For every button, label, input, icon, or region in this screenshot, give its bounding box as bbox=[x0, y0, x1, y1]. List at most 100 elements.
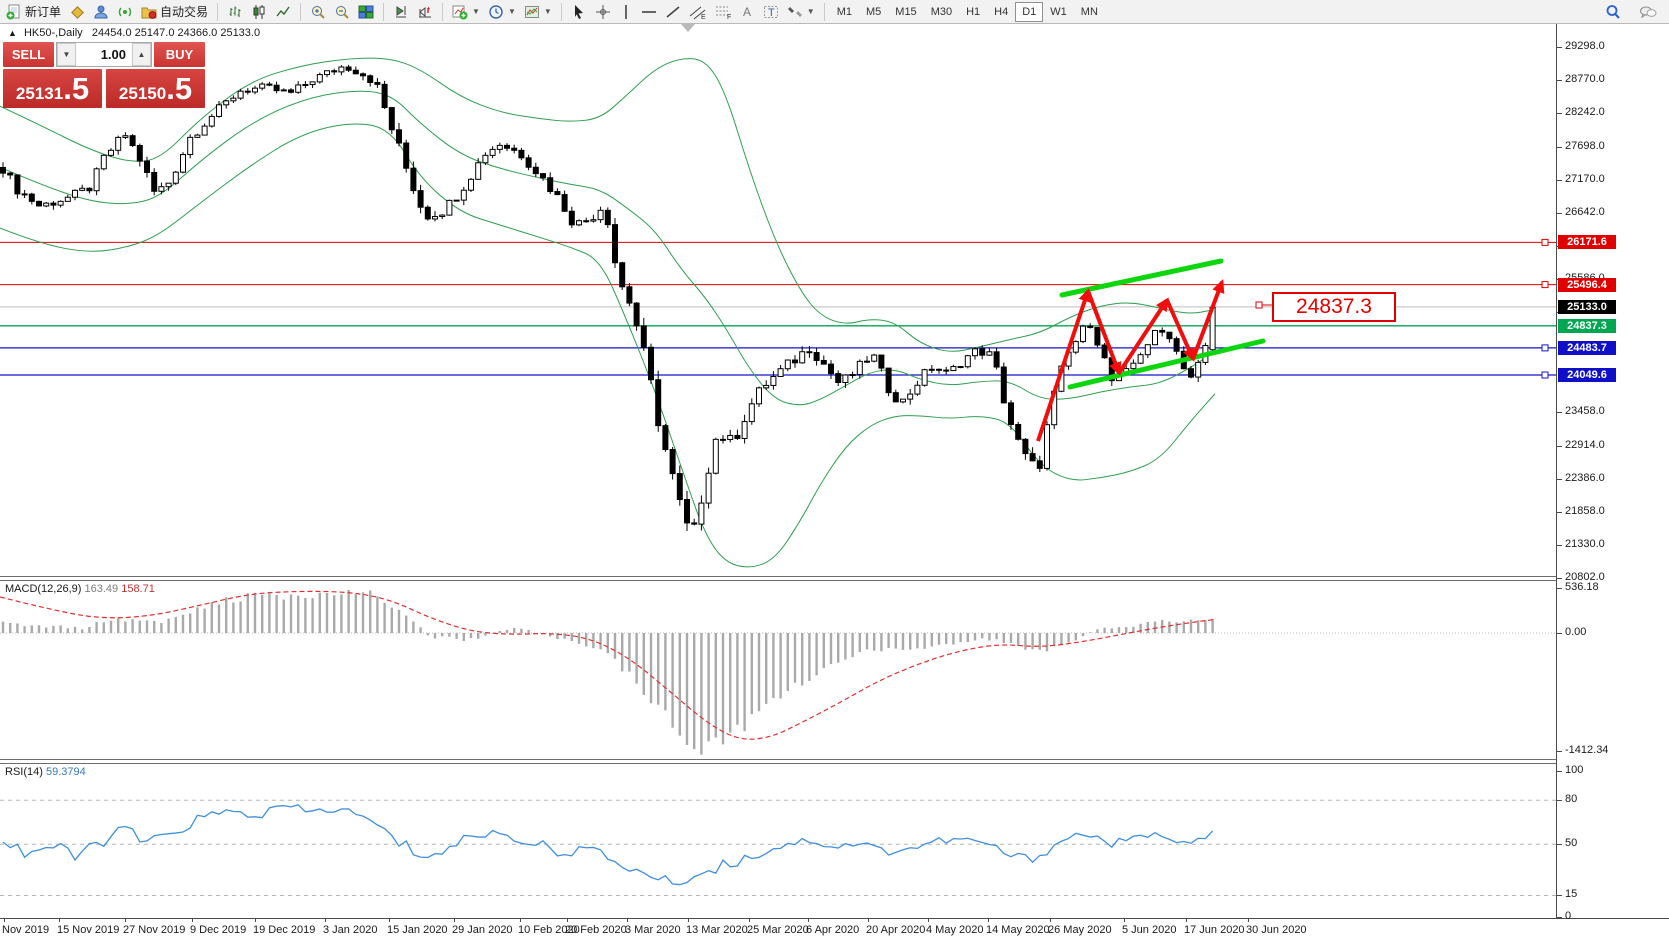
level-line-handle[interactable] bbox=[1542, 239, 1548, 245]
date-label: 3 Mar 2020 bbox=[625, 924, 681, 936]
candle-body bbox=[274, 85, 279, 90]
candle-body bbox=[613, 225, 618, 263]
line-chart-mode-button[interactable] bbox=[271, 1, 295, 23]
timeframe-h1[interactable]: H1 bbox=[959, 2, 987, 22]
date-label: 29 Jan 2020 bbox=[452, 924, 513, 936]
timeframe-w1[interactable]: W1 bbox=[1043, 2, 1074, 22]
level-line-handle[interactable] bbox=[1542, 282, 1548, 288]
sell-button[interactable]: SELL bbox=[3, 42, 54, 67]
tile-windows-button[interactable] bbox=[354, 1, 378, 23]
trend-channel-upper-line[interactable] bbox=[1062, 261, 1221, 295]
vertical-line-tool-button[interactable] bbox=[615, 1, 637, 23]
chat-button[interactable] bbox=[1635, 1, 1661, 23]
cursor-tool-button[interactable] bbox=[567, 1, 591, 23]
date-axis[interactable]: Nov 201915 Nov 201927 Nov 20199 Dec 2019… bbox=[0, 918, 1669, 941]
text-label-tool-button[interactable]: T bbox=[759, 1, 783, 23]
timeframe-m5[interactable]: M5 bbox=[859, 2, 888, 22]
macd-histogram-bar bbox=[254, 593, 256, 633]
panel-separator[interactable] bbox=[0, 576, 1669, 581]
rsi-tick bbox=[1557, 771, 1562, 772]
price-callout[interactable]: 24837.3 bbox=[1272, 292, 1396, 322]
candle-body bbox=[217, 105, 222, 117]
price-axis[interactable]: 29298.028770.028242.027698.027170.026642… bbox=[1556, 24, 1669, 918]
arrows-tool-button[interactable]: ▼ bbox=[783, 1, 819, 23]
candle-body bbox=[1045, 425, 1050, 469]
periods-button[interactable]: ▼ bbox=[484, 1, 520, 23]
fibonacci-tool-button[interactable]: F bbox=[711, 1, 737, 23]
macd-tick-label: -1412.34 bbox=[1565, 744, 1608, 756]
new-order-button[interactable]: 新订单 bbox=[2, 1, 65, 23]
channel-tool-button[interactable]: E bbox=[685, 1, 711, 23]
buy-price-display[interactable]: 25150.5 bbox=[106, 69, 205, 108]
panel-separator[interactable] bbox=[0, 759, 1669, 764]
macd-histogram-bar bbox=[967, 633, 969, 642]
level-line-handle[interactable] bbox=[1542, 345, 1548, 351]
candle-body bbox=[886, 368, 891, 393]
candle-body bbox=[771, 376, 776, 385]
macd-histogram-bar bbox=[448, 633, 450, 637]
callout-anchor[interactable] bbox=[1256, 302, 1262, 308]
timeframe-m30[interactable]: M30 bbox=[924, 2, 959, 22]
rsi-tick-label: 50 bbox=[1565, 837, 1577, 849]
bollinger-lower-band[interactable] bbox=[0, 124, 1215, 567]
chat-icon bbox=[1639, 4, 1657, 20]
macd-histogram-bar bbox=[16, 623, 18, 633]
chart-symbol-button[interactable] bbox=[65, 1, 89, 23]
level-line-handle[interactable] bbox=[1542, 372, 1548, 378]
candle-body bbox=[65, 197, 70, 201]
auto-scroll-button[interactable] bbox=[389, 1, 413, 23]
date-label: 5 Jun 2020 bbox=[1122, 924, 1176, 936]
volume-decrease-button[interactable]: ▼ bbox=[57, 43, 76, 66]
date-tick bbox=[389, 919, 390, 922]
timeframe-h4[interactable]: H4 bbox=[987, 2, 1015, 22]
zigzag-arrow[interactable] bbox=[1088, 291, 1119, 373]
bar-chart-mode-button[interactable] bbox=[223, 1, 247, 23]
zoom-in-button[interactable] bbox=[306, 1, 330, 23]
timeframe-mn[interactable]: MN bbox=[1074, 2, 1105, 22]
macd-panel[interactable] bbox=[0, 579, 1556, 759]
autotrade-button[interactable]: 自动交易 bbox=[137, 1, 212, 23]
timeframe-m1[interactable]: M1 bbox=[830, 2, 859, 22]
candle-body bbox=[850, 375, 855, 376]
volume-input[interactable]: 1.00 bbox=[76, 43, 132, 66]
zigzag-arrow[interactable] bbox=[1167, 300, 1193, 359]
bollinger-middle-band[interactable] bbox=[0, 91, 1215, 404]
text-tool-button[interactable]: A bbox=[737, 1, 759, 23]
splitter-handle-icon[interactable] bbox=[681, 24, 695, 32]
candlestick-icon bbox=[251, 4, 267, 20]
candle-body bbox=[245, 91, 250, 92]
zoom-out-button[interactable] bbox=[330, 1, 354, 23]
crosshair-tool-button[interactable] bbox=[591, 1, 615, 23]
horizontal-line-tool-button[interactable] bbox=[637, 1, 661, 23]
candle-body bbox=[598, 210, 603, 219]
sell-price-display[interactable]: 25131.5 bbox=[3, 69, 102, 108]
macd-histogram-bar bbox=[1060, 633, 1062, 644]
timeframe-m15[interactable]: M15 bbox=[888, 2, 923, 22]
volume-increase-button[interactable]: ▲ bbox=[132, 43, 151, 66]
candle-body bbox=[973, 349, 978, 356]
rsi-panel[interactable] bbox=[0, 762, 1556, 918]
buy-button[interactable]: BUY bbox=[154, 42, 205, 67]
trendline-tool-button[interactable] bbox=[661, 1, 685, 23]
date-label: 3 Jan 2020 bbox=[323, 924, 377, 936]
candlestick-mode-button[interactable] bbox=[247, 1, 271, 23]
price-badge: 25133.0 bbox=[1558, 300, 1616, 314]
signals-button[interactable] bbox=[113, 1, 137, 23]
search-button[interactable] bbox=[1601, 1, 1625, 23]
timeframe-d1[interactable]: D1 bbox=[1015, 2, 1043, 22]
price-tick-label: 28242.0 bbox=[1565, 106, 1605, 118]
candle-body bbox=[1081, 326, 1086, 341]
macd-tick-label: 536.18 bbox=[1565, 581, 1599, 593]
chart-shift-button[interactable] bbox=[413, 1, 437, 23]
macd-histogram-bar bbox=[859, 633, 861, 652]
candle-body bbox=[764, 385, 769, 387]
indicators-button[interactable]: ▼ bbox=[448, 1, 484, 23]
zigzag-arrow[interactable] bbox=[1038, 291, 1088, 441]
candle-body bbox=[483, 155, 488, 162]
autotrade-label: 自动交易 bbox=[160, 3, 208, 20]
price-tick-label: 21858.0 bbox=[1565, 505, 1605, 517]
community-button[interactable] bbox=[89, 1, 113, 23]
templates-button[interactable]: ▼ bbox=[520, 1, 556, 23]
macd-histogram-bar bbox=[1067, 633, 1069, 642]
date-tick bbox=[520, 919, 521, 922]
